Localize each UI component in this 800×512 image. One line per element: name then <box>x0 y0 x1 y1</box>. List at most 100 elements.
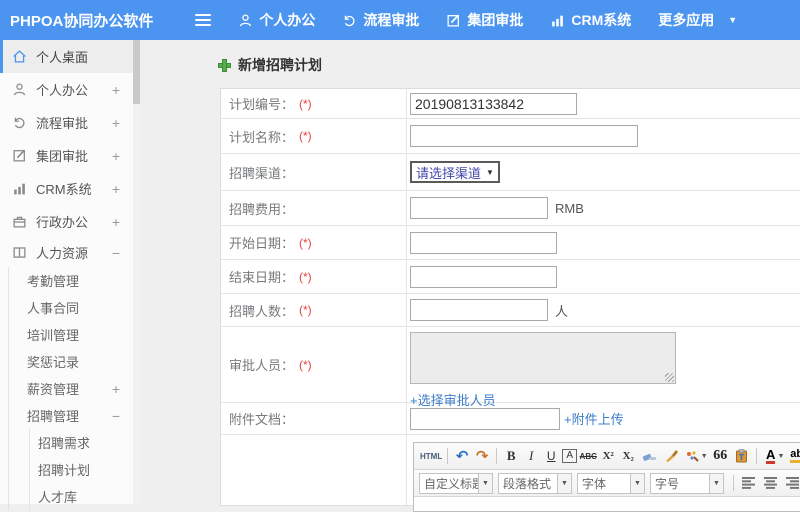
sidebar-item-process-approval[interactable]: 流程审批 + <box>0 106 133 139</box>
sidebar-item-rewards[interactable]: 奖惩记录 <box>9 348 133 375</box>
underline-button[interactable]: U <box>542 446 560 466</box>
start-date-input[interactable] <box>410 231 557 254</box>
custom-title-dropdown[interactable]: 自定义标题▼ <box>419 472 493 494</box>
hamburger-menu-icon[interactable] <box>195 14 212 26</box>
required-mark: (*) <box>299 303 312 317</box>
sidebar-item-recruit-plan[interactable]: 招聘计划 <box>30 456 133 483</box>
resize-grip[interactable] <box>665 373 674 382</box>
expand-plus-icon[interactable]: + <box>112 82 120 98</box>
editor-content-area[interactable] <box>414 497 800 511</box>
strikethrough-button[interactable]: ABC <box>579 446 597 466</box>
subscript-button[interactable]: X₂ <box>619 446 637 466</box>
sidebar-item-training[interactable]: 培训管理 <box>9 321 133 348</box>
attachment-input[interactable] <box>410 407 560 430</box>
align-center-icon[interactable] <box>761 473 781 493</box>
plan-number-input[interactable] <box>410 92 577 115</box>
sidebar-item-label: 培训管理 <box>27 328 80 343</box>
sidebar-item-label: 招聘需求 <box>38 436 91 451</box>
bar-chart-icon <box>14 183 25 195</box>
topnav-label: 更多应用 <box>658 12 715 28</box>
required-mark: (*) <box>299 269 312 284</box>
topnav-personal-office[interactable]: 个人办公 <box>238 10 315 30</box>
autotypeset-button[interactable]: A <box>562 449 578 463</box>
topnav-label: 集团审批 <box>467 12 524 28</box>
italic-button[interactable]: I <box>522 446 540 466</box>
cost-input[interactable] <box>410 197 548 219</box>
form-row-editor: HTML ↶ ↷ B I U A ABC X² X₂ ▼ 66 T A ▼ a … <box>221 435 800 512</box>
sidebar-item-human-resources[interactable]: 人力资源 − <box>0 238 133 267</box>
expand-plus-icon[interactable]: + <box>112 181 120 197</box>
form-row-cost: 招聘费用： RMB <box>221 191 800 226</box>
sidebar-item-recruitment[interactable]: 招聘管理 − <box>9 402 133 429</box>
dropdown-caret-icon: ▼ <box>557 473 571 493</box>
font-size-dropdown[interactable]: 字号 ▼ <box>650 472 724 494</box>
approvers-textarea[interactable] <box>410 332 676 384</box>
paragraph-format-dropdown[interactable]: 段落格式 ▼ <box>498 472 572 494</box>
recruit-plan-form: 计划编号： (*) 计划名称： (*) 招聘渠道： 请选择渠道 ▼ 招聘费用： RM… <box>220 88 800 512</box>
sidebar-item-crm-system[interactable]: CRM系统 + <box>0 172 133 205</box>
editor-toolbar-row1: HTML ↶ ↷ B I U A ABC X² X₂ ▼ 66 T A ▼ a <box>414 443 800 470</box>
expand-plus-icon[interactable]: + <box>112 381 120 397</box>
required-mark: (*) <box>299 96 312 111</box>
page-header: 新增招聘计划 <box>218 55 322 75</box>
format-brush-icon[interactable] <box>661 446 681 466</box>
align-left-icon[interactable] <box>739 473 759 493</box>
channel-select[interactable]: 请选择渠道 ▼ <box>410 161 500 183</box>
topnav-process-approval[interactable]: 流程审批 <box>342 10 419 30</box>
plan-name-input[interactable] <box>410 125 638 147</box>
sidebar-item-admin-office[interactable]: 行政办公 + <box>0 205 133 238</box>
sidebar-item-personal-office[interactable]: 个人办公 + <box>0 73 133 106</box>
process-icon <box>345 15 355 26</box>
sidebar-item-attendance[interactable]: 考勤管理 <box>9 267 133 294</box>
expand-plus-icon[interactable]: + <box>112 148 120 164</box>
end-date-input[interactable] <box>410 265 557 288</box>
expand-plus-icon[interactable]: + <box>112 115 120 131</box>
sidebar-item-label: 招聘管理 <box>27 409 80 424</box>
sidebar-item-hr-contract[interactable]: 人事合同 <box>9 294 133 321</box>
sidebar-item-label: 集团审批 <box>36 149 89 164</box>
field-label: 审批人员： <box>229 358 295 373</box>
sidebar-item-label: 行政办公 <box>36 215 89 230</box>
sidebar-scrollbar-thumb[interactable] <box>133 40 140 104</box>
sidebar-item-talent-pool[interactable]: 人才库 <box>30 483 133 510</box>
font-color-icon[interactable]: A ▼ <box>762 446 788 466</box>
bold-button[interactable]: B <box>502 446 520 466</box>
paste-text-icon[interactable]: T <box>731 446 751 466</box>
sidebar-item-group-approval[interactable]: 集团审批 + <box>0 139 133 172</box>
blockquote-button[interactable]: 66 <box>711 446 729 466</box>
sidebar-item-label: 流程审批 <box>36 116 89 131</box>
field-label: 结束日期： <box>229 270 295 285</box>
format-painter-icon[interactable]: ▼ <box>683 446 709 466</box>
dropdown-caret-icon: ▼ <box>709 473 723 493</box>
main-content: 新增招聘计划 计划编号： (*) 计划名称： (*) 招聘渠道： 请选择渠道 ▼ 招… <box>140 40 800 512</box>
collapse-minus-icon[interactable]: − <box>112 245 120 261</box>
align-right-icon[interactable] <box>783 473 800 493</box>
html-source-button[interactable]: HTML <box>420 446 442 466</box>
expand-plus-icon[interactable]: + <box>112 214 120 230</box>
sidebar: 个人桌面 个人办公 + 流程审批 + 集团审批 + CRM系统 + 行政办公 +… <box>0 40 133 510</box>
topnav-more-apps[interactable]: 更多应用 ▼ <box>658 10 737 30</box>
sidebar-item-recruit-demand[interactable]: 招聘需求 <box>30 429 133 456</box>
sidebar-item-label: 人事合同 <box>27 301 80 316</box>
dropdown-value: 段落格式 <box>503 476 552 491</box>
form-row-plan-name: 计划名称： (*) <box>221 119 800 154</box>
superscript-button[interactable]: X² <box>599 446 617 466</box>
form-row-attachment: 附件文档： +附件上传 <box>221 403 800 435</box>
field-label: 招聘人数： <box>229 303 295 319</box>
topnav-group-approval[interactable]: 集团审批 <box>446 10 523 30</box>
topnav-crm-system[interactable]: CRM系统 <box>550 10 631 30</box>
eraser-icon[interactable] <box>639 446 659 466</box>
font-family-dropdown[interactable]: 字体 ▼ <box>577 472 645 494</box>
headcount-input[interactable] <box>410 299 548 321</box>
undo-icon[interactable]: ↶ <box>453 446 471 466</box>
sidebar-item-salary[interactable]: 薪资管理 + <box>9 375 133 402</box>
sidebar-item-label: CRM系统 <box>36 182 92 197</box>
page-title: 新增招聘计划 <box>238 57 322 73</box>
collapse-minus-icon[interactable]: − <box>112 408 120 424</box>
edit-icon <box>13 149 25 162</box>
rich-text-editor: HTML ↶ ↷ B I U A ABC X² X₂ ▼ 66 T A ▼ a … <box>413 442 800 512</box>
redo-icon[interactable]: ↷ <box>473 446 491 466</box>
sidebar-item-personal-desktop[interactable]: 个人桌面 <box>0 40 133 73</box>
highlight-color-icon[interactable]: ab▼ <box>790 446 800 466</box>
attachment-upload-link[interactable]: +附件上传 <box>564 409 624 428</box>
